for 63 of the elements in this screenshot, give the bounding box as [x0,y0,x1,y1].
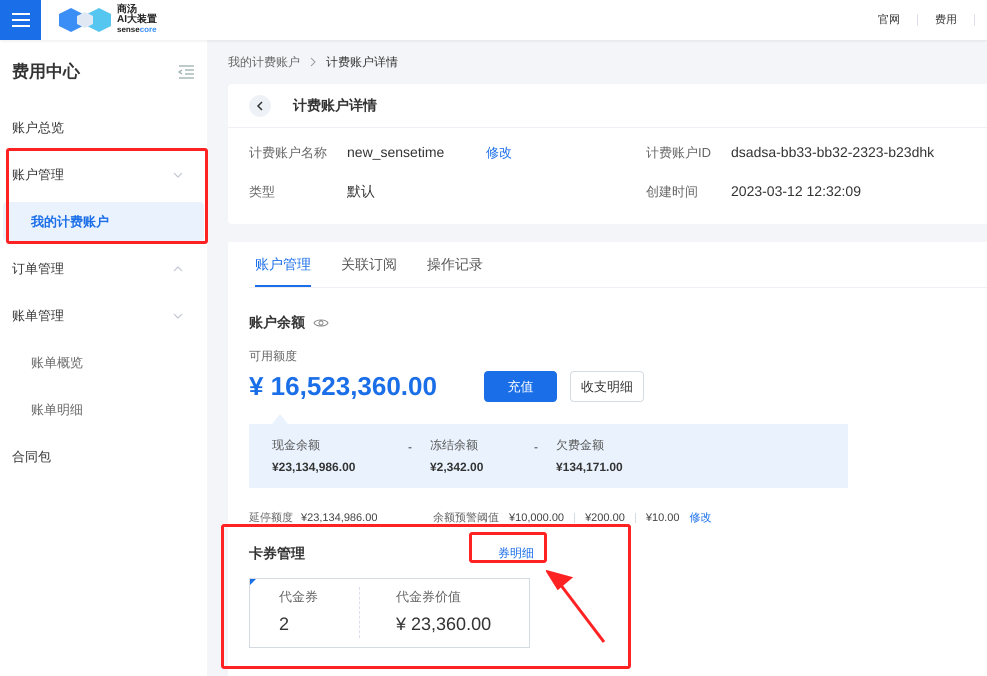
credit-value: ¥23,134,986.00 [301,511,378,526]
edit-link[interactable]: 修改 [486,142,512,162]
sidebar-title: 费用中心 [12,61,80,84]
stat-value: ¥ 23,360.00 [396,612,492,636]
field-value: new_sensetime [347,143,446,162]
alert-value: ¥200.00 [585,511,625,526]
header-link[interactable]: 费用 [918,12,974,28]
balance-value: ¥134,171.00 [556,459,624,476]
available-amount: ¥ 16,523,360.00 [249,370,438,403]
sidebar-subitem[interactable]: 我的计费账户 [3,202,204,241]
minus-sign: - [534,439,538,456]
page-title: 计费账户详情 [293,96,377,115]
edit-link[interactable]: 修改 [689,510,712,526]
field-label: 类型 [249,182,276,201]
sidebar-item[interactable]: 账单管理 [0,292,207,339]
balance-label: 现金余额 [272,437,321,454]
sidebar-subitem[interactable]: 账单概览 [3,343,204,382]
sidebar-item[interactable]: 合同包 [0,433,207,480]
sidebar-item[interactable]: 账户管理 [0,151,207,198]
alert-value: ¥10.00 [646,511,680,526]
menu-icon [12,13,30,27]
sidebar-item[interactable]: 账户总览 [0,104,207,151]
available-label: 可用额度 [249,348,298,365]
alert-label: 余额预警阈值 [433,510,499,526]
field-label: 计费账户名称 [249,144,328,162]
balance-label: 冻结余额 [430,437,479,454]
section-title: 账户余额 [249,313,305,332]
balance-value: ¥2,342.00 [430,459,484,476]
section-title: 卡券管理 [249,544,305,562]
balance-label: 欠费金额 [556,437,605,454]
stat-label: 代金券 [279,588,319,606]
breadcrumb-separator-icon [310,57,316,67]
field-value: dsadsa-bb33-bb32-2323-b23dhk [731,143,934,162]
coupon-details-link[interactable]: 券明细 [498,544,534,562]
stat-value: 2 [279,612,290,636]
logo-text: AI大装置 [117,15,157,25]
stat-label: 代金券价值 [396,588,462,606]
eye-icon[interactable] [313,316,329,328]
balance-value: ¥23,134,986.00 [272,459,356,476]
field-label: 创建时间 [646,182,699,201]
back-button[interactable] [249,94,271,116]
sidebar-item[interactable]: 订单管理 [0,245,207,292]
sidebar-subitem[interactable]: 账单明细 [3,390,204,429]
header-link[interactable]: 官网 [861,12,917,28]
transactions-button[interactable]: 收支明细 [570,371,644,402]
credit-label: 延停额度 [249,510,293,526]
tab[interactable]: 操作记录 [427,254,483,287]
minus-sign: - [408,439,412,456]
logo-text: sensecore [117,25,157,35]
tab[interactable]: 关联订阅 [341,254,397,287]
logo-text: 商汤 [117,5,137,15]
logo-icon [57,6,113,34]
recharge-button[interactable]: 充值 [484,371,557,402]
alert-value: ¥10,000.00 [509,511,564,526]
field-value: 默认 [347,182,375,201]
breadcrumb-item: 计费账户详情 [326,54,398,71]
field-value: 2023-03-12 12:32:09 [731,182,861,201]
collapse-menu-icon[interactable] [177,64,195,80]
tab[interactable]: 账户管理 [255,254,311,287]
corner-marker-icon [250,578,256,584]
breadcrumb-item[interactable]: 我的计费账户 [228,53,300,71]
field-label: 计费账户ID [646,144,712,162]
menu-button[interactable] [0,0,41,40]
